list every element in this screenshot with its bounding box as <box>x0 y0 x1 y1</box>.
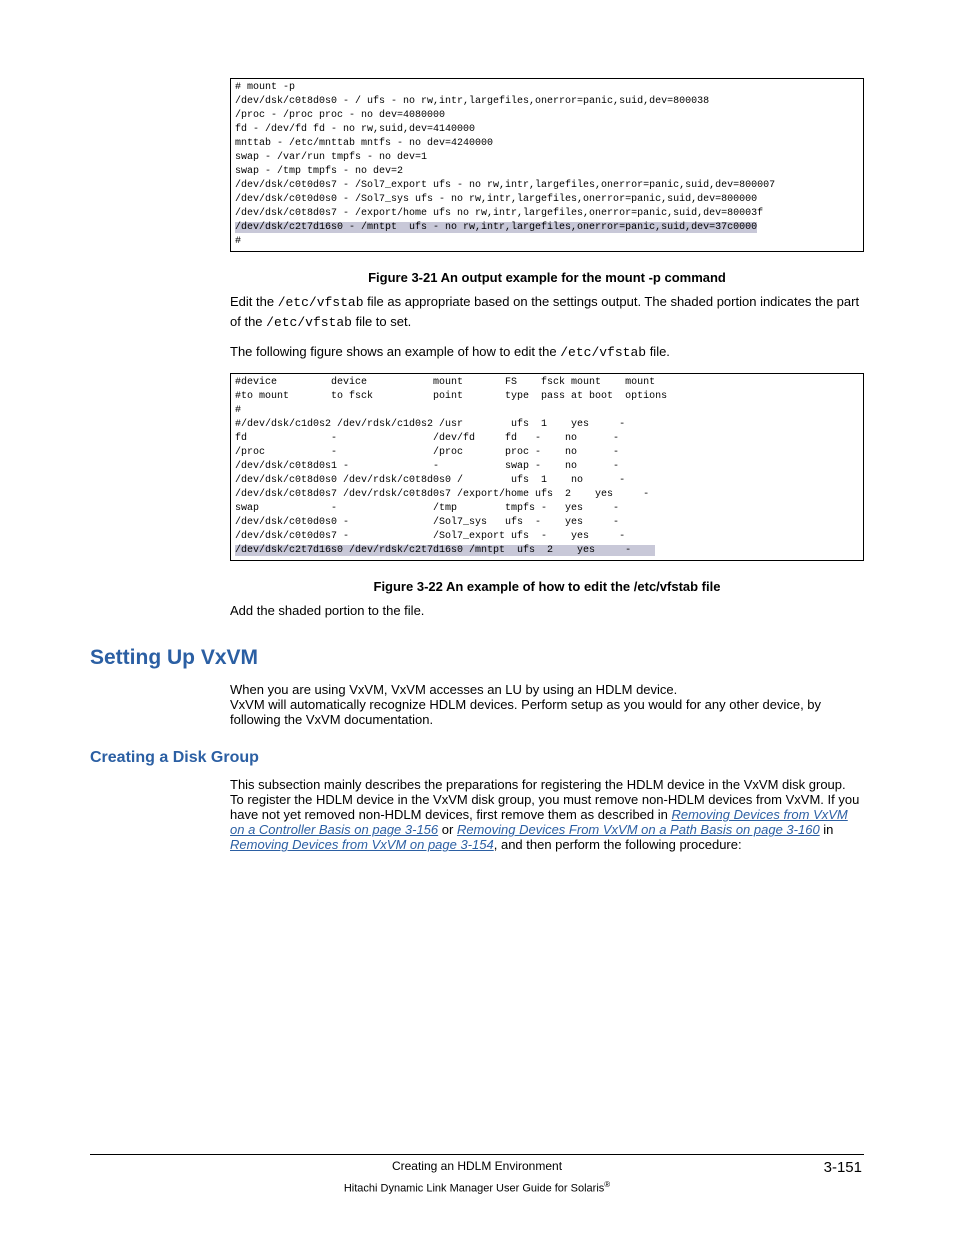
link-removing-path-basis[interactable]: Removing Devices From VxVM on a Path Bas… <box>457 822 820 837</box>
code-vfstab-edit: #device device mount FS fsck mount mount… <box>230 373 864 561</box>
paragraph-edit-vfstab: Edit the /etc/vfstab file as appropriate… <box>230 293 864 333</box>
paragraph-following-figure: The following figure shows an example of… <box>230 343 864 363</box>
code-shaded-line: /dev/dsk/c2t7d16s0 - /mntpt ufs - no rw,… <box>235 222 757 233</box>
heading-setting-up-vxvm: Setting Up VxVM <box>90 646 864 670</box>
page-footer: Creating an HDLM Environment 3-151 Hitac… <box>90 1154 864 1195</box>
code-text-after: # <box>235 236 241 247</box>
footer-book-title: Hitachi Dynamic Link Manager User Guide … <box>90 1180 864 1195</box>
link-removing-devices-vxvm[interactable]: Removing Devices from VxVM on page 3-154 <box>230 837 494 852</box>
code-text: # mount -p /dev/dsk/c0t8d0s0 - / ufs - n… <box>235 82 775 219</box>
figure-caption-3-21: Figure 3-21 An output example for the mo… <box>230 270 864 285</box>
code-output-mount: # mount -p /dev/dsk/c0t8d0s0 - / ufs - n… <box>230 78 864 252</box>
footer-page-number: 3-151 <box>782 1159 862 1176</box>
footer-chapter-title: Creating an HDLM Environment <box>172 1159 782 1176</box>
paragraph-vxvm-access: When you are using VxVM, VxVM accesses a… <box>230 682 864 697</box>
footer-rule <box>90 1154 864 1155</box>
paragraph-vxvm-recognize: VxVM will automatically recognize HDLM d… <box>230 697 864 727</box>
heading-creating-disk-group: Creating a Disk Group <box>90 749 864 767</box>
figure-caption-3-22: Figure 3-22 An example of how to edit th… <box>230 579 864 594</box>
paragraph-dg-register: To register the HDLM device in the VxVM … <box>230 792 864 852</box>
code-text-2: #device device mount FS fsck mount mount… <box>235 377 667 542</box>
paragraph-add-shaded: Add the shaded portion to the file. <box>230 602 864 621</box>
paragraph-dg-intro: This subsection mainly describes the pre… <box>230 777 864 792</box>
code-shaded-line-2: /dev/dsk/c2t7d16s0 /dev/rdsk/c2t7d16s0 /… <box>235 545 655 556</box>
